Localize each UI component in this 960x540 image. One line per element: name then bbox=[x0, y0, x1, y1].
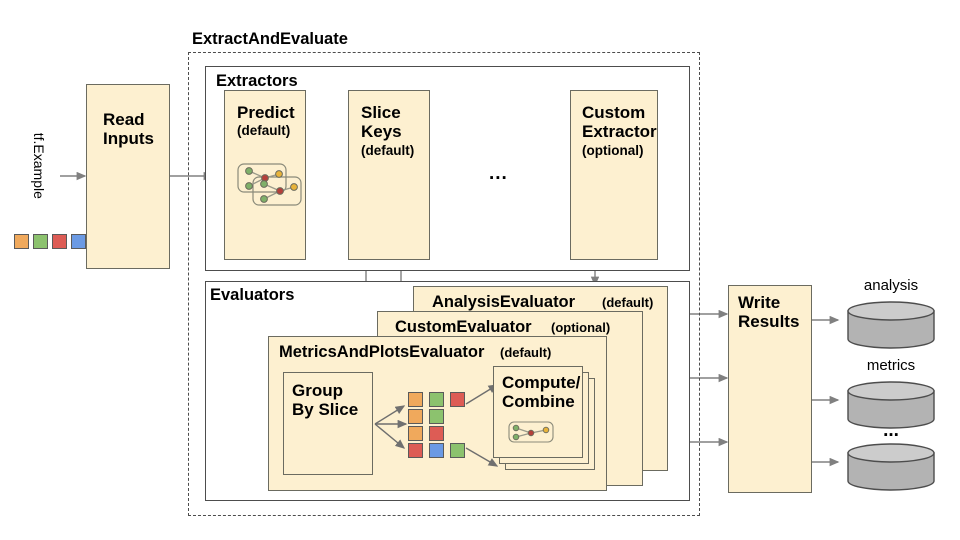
slice-fan-connectors bbox=[374, 384, 499, 467]
analysis-store[interactable] bbox=[846, 300, 936, 359]
slice-swatch bbox=[429, 392, 444, 407]
input-swatch bbox=[52, 234, 67, 249]
slice-swatch bbox=[450, 392, 465, 407]
slice-swatch bbox=[408, 443, 423, 458]
more-stores[interactable] bbox=[846, 442, 936, 501]
slice-swatch bbox=[408, 426, 423, 441]
slice-swatch bbox=[408, 409, 423, 424]
node-write-results-title: Write Results bbox=[738, 293, 800, 332]
node-write-results[interactable]: Write Results bbox=[728, 285, 812, 493]
diagram-canvas: ExtractAndEvaluate Extractors Read Inputs… bbox=[0, 0, 960, 540]
input-label: tf.Example bbox=[30, 132, 47, 199]
input-swatch bbox=[71, 234, 86, 249]
analysis-store-label: analysis bbox=[863, 277, 919, 294]
slice-swatch bbox=[450, 443, 465, 458]
slice-swatch bbox=[429, 409, 444, 424]
more-stores-label: ... bbox=[883, 420, 899, 441]
slice-swatch bbox=[429, 426, 444, 441]
input-swatch bbox=[33, 234, 48, 249]
input-label-wrap: tf.Example bbox=[22, 108, 52, 228]
slice-swatch-matrix bbox=[408, 392, 470, 458]
slice-swatch bbox=[408, 392, 423, 407]
input-swatch bbox=[14, 234, 29, 249]
metrics-store-label: metrics bbox=[866, 357, 916, 374]
node-compute-combine[interactable]: Compute/Combine bbox=[493, 366, 583, 458]
input-swatches bbox=[14, 234, 86, 249]
metric-graph-icon bbox=[508, 421, 554, 443]
slice-swatch bbox=[429, 443, 444, 458]
output-stores: analysis metrics... bbox=[836, 277, 960, 504]
